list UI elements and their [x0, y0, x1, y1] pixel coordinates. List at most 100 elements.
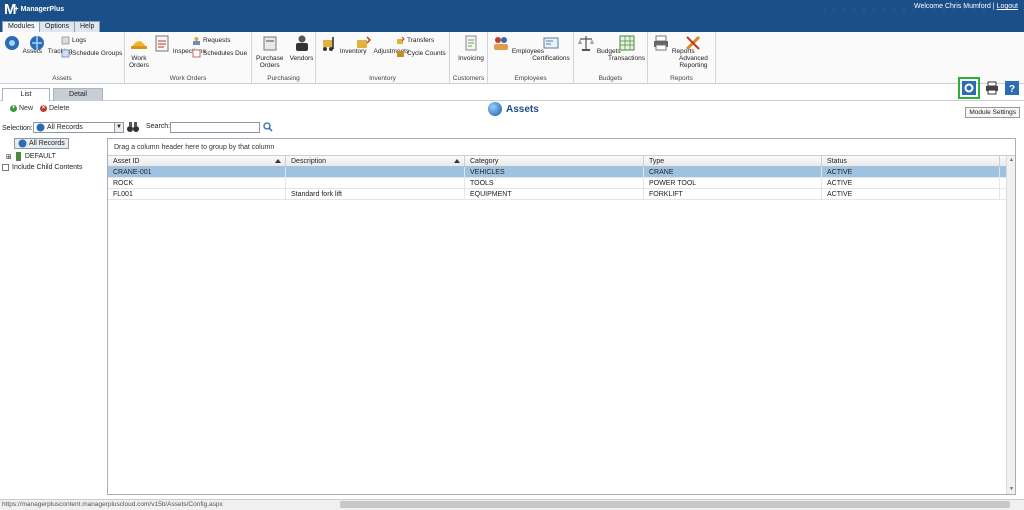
- svg-text:?: ?: [1009, 84, 1015, 95]
- sort-up-icon: [454, 159, 460, 163]
- search-input[interactable]: [170, 122, 260, 133]
- binoculars-icon[interactable]: [127, 121, 139, 133]
- group-reports: Reports Advanced Reporting Reports: [648, 32, 716, 84]
- ribbon-tab-bar: Modules Options Help: [0, 19, 1024, 47]
- search-icon[interactable]: [263, 122, 273, 132]
- employees-icon: [494, 37, 508, 50]
- globe-icon: [18, 139, 27, 148]
- group-budgets: Budgets Transactions Budgets: [574, 32, 648, 84]
- group-label-work-orders: Work Orders: [169, 75, 207, 82]
- work-orders-button[interactable]: Work Orders: [129, 34, 149, 69]
- tree-node-all-records[interactable]: All Records: [14, 138, 69, 149]
- cell-type: POWER TOOL: [644, 178, 822, 188]
- assets-grid: Drag a column header here to group by th…: [107, 138, 1016, 495]
- status-url: https://managerpluscontent.managerpluscl…: [2, 501, 223, 508]
- tree-node-default[interactable]: ⊞ DEFAULT: [6, 152, 56, 161]
- scroll-up-icon[interactable]: ▲: [1008, 157, 1015, 164]
- printer-icon: [654, 35, 668, 51]
- table-row[interactable]: FL001 Standard fork lift EQUIPMENT FORKL…: [108, 189, 1015, 200]
- schedules-due-button[interactable]: Schedules Due: [192, 49, 247, 58]
- column-header-description[interactable]: Description: [286, 156, 465, 166]
- requests-button[interactable]: Requests: [192, 36, 230, 45]
- cell-description: [286, 167, 465, 177]
- cycle-counts-button[interactable]: Cycle Counts: [396, 49, 446, 58]
- top-bar: M + ManagerPlus Welcome Chris Mumford | L…: [0, 0, 1024, 32]
- calendar-icon: [192, 49, 201, 58]
- gear-icon: [962, 81, 976, 95]
- transfers-button[interactable]: Transfers: [396, 36, 434, 45]
- forklift-icon: [323, 37, 334, 51]
- group-by-hint: Drag a column header here to group by th…: [108, 139, 1015, 156]
- table-row[interactable]: ROCK TOOLS POWER TOOL ACTIVE: [108, 178, 1015, 189]
- tab-detail[interactable]: Detail: [53, 88, 103, 101]
- include-child-checkbox[interactable]: Include Child Contents: [2, 164, 82, 171]
- cell-category: TOOLS: [465, 178, 644, 188]
- tab-modules[interactable]: Modules: [2, 21, 41, 32]
- cell-category: VEHICLES: [465, 167, 644, 177]
- selection-label: Selection:: [2, 124, 33, 132]
- invoicing-button[interactable]: Invoicing: [455, 34, 487, 62]
- advanced-reporting-button[interactable]: Advanced Reporting: [679, 34, 708, 69]
- hard-hat-icon: [130, 41, 147, 49]
- cell-asset-id: ROCK: [108, 178, 286, 188]
- page-toolbar: ?: [958, 77, 1020, 99]
- cell-category: EQUIPMENT: [465, 189, 644, 199]
- globe-gear-icon: [5, 36, 19, 50]
- certifications-button[interactable]: Certifications: [529, 34, 573, 62]
- tracking-globe-icon: [30, 36, 44, 50]
- globe-icon: [488, 102, 502, 116]
- purchase-orders-button[interactable]: Purchase Orders: [256, 34, 283, 69]
- column-header-category[interactable]: Category: [465, 156, 644, 166]
- spreadsheet-icon: [619, 35, 634, 51]
- column-header-asset-id[interactable]: Asset ID: [108, 156, 286, 166]
- cell-description: Standard fork lift: [286, 189, 465, 199]
- cell-status: ACTIVE: [822, 189, 1000, 199]
- cell-type: FORKLIFT: [644, 189, 822, 199]
- sort-up-icon: [275, 159, 281, 163]
- selection-dropdown[interactable]: All Records: [33, 122, 123, 133]
- scroll-down-icon[interactable]: ▼: [1008, 486, 1015, 493]
- pencil-ruler-icon: [686, 35, 701, 51]
- tab-options[interactable]: Options: [39, 21, 76, 32]
- column-header-type[interactable]: Type: [644, 156, 822, 166]
- transactions-button[interactable]: Transactions: [606, 34, 647, 62]
- checkbox[interactable]: [2, 164, 9, 171]
- question-icon: ?: [1005, 81, 1019, 95]
- print-button[interactable]: [984, 80, 1000, 96]
- view-tab-bar: List Detail: [0, 84, 1024, 101]
- location-icon: [15, 152, 21, 161]
- logs-button[interactable]: Logs: [61, 36, 86, 45]
- group-assets: Assets Tracking Logs Schedule Groups Ass…: [0, 32, 125, 84]
- table-row[interactable]: CRANE-001 VEHICLES CRANE ACTIVE: [108, 167, 1015, 178]
- scales-icon: [578, 36, 594, 51]
- schedule-groups-button[interactable]: Schedule Groups: [61, 49, 122, 58]
- tab-list[interactable]: List: [2, 88, 50, 101]
- group-label-purchasing: Purchasing: [267, 75, 300, 82]
- new-button[interactable]: + New: [10, 105, 33, 112]
- group-employees: Employees Certifications Employees: [488, 32, 574, 84]
- invoice-icon: [465, 35, 477, 51]
- cell-status: ACTIVE: [822, 178, 1000, 188]
- horizontal-scrollbar[interactable]: [340, 501, 1010, 508]
- cell-type: CRANE: [644, 167, 822, 177]
- printer-icon: [986, 81, 998, 95]
- expand-icon[interactable]: ⊞: [6, 153, 12, 161]
- chevron-down-icon[interactable]: ▼: [114, 122, 124, 133]
- vendors-button[interactable]: Vendors: [288, 34, 315, 62]
- purchase-order-icon: [263, 36, 277, 51]
- tab-help[interactable]: Help: [74, 21, 101, 32]
- help-button[interactable]: ?: [1004, 80, 1020, 96]
- group-customers: Invoicing Customers: [450, 32, 488, 84]
- cell-description: [286, 178, 465, 188]
- log-icon: [61, 36, 70, 45]
- welcome-text: Welcome Chris Mumford | Logout: [914, 3, 1018, 10]
- managerplus-logo: M + ManagerPlus: [4, 1, 65, 18]
- certificate-icon: [543, 37, 559, 49]
- column-header-status[interactable]: Status: [822, 156, 1000, 166]
- ribbon: Assets Tracking Logs Schedule Groups Ass…: [0, 32, 1024, 84]
- group-work-orders: Work Orders Inspections Requests Schedul…: [125, 32, 252, 84]
- logout-link[interactable]: Logout: [997, 3, 1018, 10]
- module-settings-button[interactable]: [958, 77, 980, 99]
- vertical-scrollbar[interactable]: ▲ ▼: [1006, 156, 1015, 494]
- delete-button[interactable]: × Delete: [40, 105, 69, 112]
